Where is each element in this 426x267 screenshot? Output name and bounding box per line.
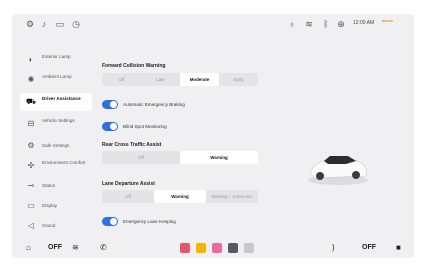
lda-option-warning-correction[interactable]: Warning + Correction [206, 190, 258, 203]
elk-toggle[interactable] [102, 217, 118, 226]
sidebar-item-label: Vehicle Settings [42, 118, 75, 123]
signal-icon: ⊕ [337, 19, 345, 29]
app-icon-settings[interactable] [228, 243, 238, 253]
sidebar-item-driver-assistance[interactable]: ⛟ Driver Assistance [20, 93, 92, 111]
status-icon: ⊸ [27, 181, 35, 190]
status-bar: ⚙ ♪ ▭ ◷ ♁ ≋ ᛒ ⊕ 12:00 AM BRAND [12, 14, 414, 36]
fcw-option-off[interactable]: Off [102, 73, 141, 86]
sidebar-item-label: Exterior Lamp [42, 54, 71, 59]
infotainment-screen: ⚙ ♪ ▭ ◷ ♁ ≋ ᛒ ⊕ 12:00 AM BRAND ◐ Exterio… [12, 14, 414, 258]
toggle-knob [110, 123, 117, 130]
fcw-option-moderate[interactable]: Moderate [180, 73, 219, 86]
sidebar-item-sound[interactable]: ◁ Sound [20, 217, 92, 235]
battery-icon[interactable]: ▭ [54, 18, 66, 30]
sidebar-item-display[interactable]: ▭ Display [20, 197, 92, 215]
sidebar-item-label: Ambient Lamp [42, 74, 72, 79]
display-icon: ▭ [27, 201, 35, 210]
sidebar-item-status[interactable]: ⊸ Status [20, 177, 92, 195]
sidebar-item-ambient-lamp[interactable]: ✺ Ambient Lamp [20, 71, 92, 89]
rcta-selector: Off Warning [102, 151, 258, 164]
car-icon: ⛟ [26, 97, 37, 106]
app-icon-navigation[interactable] [196, 243, 206, 253]
fcw-title: Forward Collision Warning [102, 63, 166, 69]
seat-heat-icon[interactable]: ≋ [72, 241, 79, 255]
clock-icon[interactable]: ◷ [70, 18, 82, 30]
toggle-knob [110, 101, 117, 108]
vehicle-icon: ⊟ [27, 119, 35, 128]
sidebar-item-environment-comfort[interactable]: ✣ Environment Comfort [20, 157, 92, 175]
rcta-option-off[interactable]: Off [102, 151, 180, 164]
fcw-option-late[interactable]: Late [141, 73, 180, 86]
lamp-icon: ◐ [28, 55, 34, 64]
bell-icon[interactable]: ♪ [38, 18, 50, 30]
right-climate-temp[interactable]: OFF [362, 241, 376, 255]
toggle-knob [110, 218, 117, 225]
lda-title: Lane Departure Assist [102, 181, 155, 187]
app-icon-photos[interactable] [212, 243, 222, 253]
fan-icon: ✣ [27, 161, 35, 170]
bottom-bar: ⌂ OFF ≋ ✆ ) OFF ■ [12, 238, 414, 258]
sidebar-item-label: Driver Assistance [42, 96, 81, 101]
sidebar-item-label: Status [42, 183, 56, 188]
bsm-toggle[interactable] [102, 122, 118, 131]
rcta-title: Rear Cross Traffic Assist [102, 142, 162, 148]
wifi-icon: ≋ [305, 19, 313, 29]
sidebar-item-exterior-lamp[interactable]: ◐ Exterior Lamp [20, 51, 92, 69]
fcw-selector: Off Late Moderate Early [102, 73, 258, 86]
speaker-icon: ◁ [27, 221, 35, 230]
rcta-option-warning[interactable]: Warning [180, 151, 258, 164]
lda-selector: Off Warning Warning + Correction [102, 190, 258, 203]
clock-time: 12:00 AM [353, 20, 375, 26]
bsm-label: Blind Spot Monitoring [123, 124, 167, 129]
gear-icon[interactable]: ⚙ [24, 18, 36, 30]
stop-icon[interactable]: ■ [396, 241, 401, 255]
home-icon[interactable]: ⌂ [26, 241, 31, 255]
sidebar-item-label: Safe Settings [42, 143, 70, 148]
lda-option-off[interactable]: Off [102, 190, 154, 203]
sidebar-item-vehicle-settings[interactable]: ⊟ Vehicle Settings [20, 115, 92, 133]
lda-option-warning[interactable]: Warning [154, 190, 206, 203]
sidebar-item-label: Display [42, 203, 58, 208]
fan-icon[interactable]: ) [332, 241, 335, 255]
bluetooth-icon: ᛒ [323, 19, 329, 29]
brand-logo: BRAND [382, 19, 393, 23]
app-icon-more[interactable] [244, 243, 254, 253]
mic-icon[interactable]: ♁ [286, 18, 298, 30]
gear-icon: ⚙ [27, 141, 35, 150]
sun-icon: ✺ [27, 75, 35, 84]
sidebar-item-label: Environment Comfort [42, 160, 86, 165]
app-icon-media[interactable] [180, 243, 190, 253]
left-climate-temp[interactable]: OFF [48, 241, 62, 255]
vehicle-image [308, 156, 368, 185]
sidebar-item-safe-settings[interactable]: ⚙ Safe Settings [20, 137, 92, 155]
fcw-option-early[interactable]: Early [219, 73, 258, 86]
elk-label: Emergency Lane Keeping [123, 219, 176, 224]
aeb-label: Automatic Emergency Braking [123, 102, 185, 107]
phone-icon[interactable]: ✆ [100, 241, 107, 255]
sidebar-item-label: Sound [42, 223, 56, 228]
aeb-toggle[interactable] [102, 100, 118, 109]
